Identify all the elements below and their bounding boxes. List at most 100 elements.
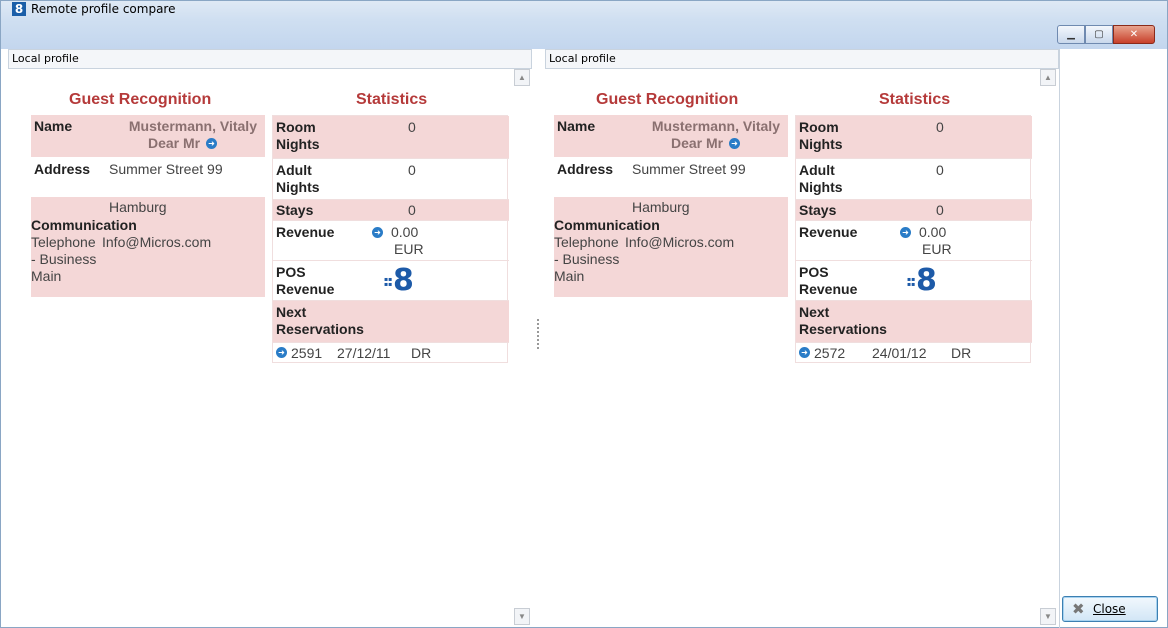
left-address-line2: Hamburg	[109, 199, 167, 215]
right-pos-l2: Revenue	[799, 281, 858, 297]
left-name-label: Name	[34, 118, 73, 134]
right-name-row: Name Mustermann, Vitaly Dear Mr ➜	[554, 115, 788, 157]
left-pos-small-icon: ▪▪ ▪▪	[384, 276, 393, 288]
panel-splitter[interactable]	[537, 319, 539, 351]
left-res-code: DR	[411, 345, 432, 361]
right-adult-nights-l1: Adult	[799, 162, 835, 178]
left-revenue-value: 0.00	[391, 224, 419, 240]
right-next-reservations-row: Next Reservations	[796, 300, 1032, 342]
right-pos-logo-icon[interactable]: 8	[916, 266, 937, 296]
minimize-button[interactable]: ▁	[1057, 25, 1085, 44]
close-button-label: Close	[1093, 602, 1126, 616]
right-next-l1: Next	[799, 304, 830, 320]
right-pos-l1: POS	[799, 264, 829, 280]
right-communication-label: Communication	[554, 217, 660, 233]
left-adult-nights-value: 0	[408, 162, 416, 178]
right-room-nights-l1: Room	[799, 119, 839, 135]
right-room-nights-l2: Nights	[799, 136, 843, 152]
close-x-icon: ✖	[1072, 600, 1085, 618]
left-room-nights-row: Room Nights 0	[273, 116, 509, 158]
left-reservation-arrow-icon[interactable]: ➜	[276, 347, 287, 358]
right-pos-small-icon: ▪▪ ▪▪	[907, 276, 916, 288]
right-comm-type-l2: - Business	[554, 251, 620, 267]
right-address-row: Address Summer Street 99	[554, 157, 788, 197]
left-comm-value: Info@Micros.com	[102, 234, 212, 250]
left-pos-revenue-row: POS Revenue ▪▪ ▪▪ 8	[273, 260, 509, 300]
right-salutation-arrow-icon[interactable]: ➜	[729, 138, 740, 149]
right-stays-row: Stays 0	[796, 199, 1032, 220]
right-vertical-scrollbar[interactable]: ▲ ▼	[1039, 69, 1057, 627]
left-revenue-row: Revenue ➜ 0.00 EUR	[273, 220, 509, 260]
right-adult-nights-row: Adult Nights 0	[796, 158, 1032, 199]
right-room-nights-value: 0	[936, 119, 944, 135]
right-stays-value: 0	[936, 202, 944, 218]
right-reservation-row[interactable]: ➜ 2572 24/01/12 DR	[796, 342, 1032, 363]
right-scroll-down-button[interactable]: ▼	[1040, 608, 1056, 625]
right-address-label: Address	[557, 161, 614, 177]
close-button[interactable]: ✖ Close	[1062, 596, 1158, 622]
maximize-button[interactable]: ▢	[1085, 25, 1113, 44]
left-room-nights-l2: Nights	[276, 136, 320, 152]
left-revenue-arrow-icon[interactable]: ➜	[372, 227, 383, 238]
right-statistics-table: Room Nights 0 Adult Nights 0 Stays 0 Rev…	[795, 115, 1032, 363]
left-next-l2: Reservations	[276, 321, 364, 337]
left-salutation-arrow-icon[interactable]: ➜	[206, 138, 217, 149]
right-stays-label: Stays	[799, 202, 837, 218]
action-pane-divider	[1059, 49, 1060, 628]
right-adult-nights-l2: Nights	[799, 179, 843, 195]
left-room-nights-l1: Room	[276, 119, 316, 135]
right-revenue-row: Revenue ➜ 0.00 EUR	[796, 220, 1032, 260]
left-scroll-up-button[interactable]: ▲	[514, 69, 530, 86]
left-res-number: 2591	[291, 345, 323, 361]
right-name-value: Mustermann, Vitaly	[651, 118, 780, 134]
right-revenue-value: 0.00	[919, 224, 947, 240]
left-next-l1: Next	[276, 304, 307, 320]
left-revenue-currency: EUR	[394, 241, 424, 257]
right-scroll-up-button[interactable]: ▲	[1040, 69, 1056, 86]
right-address-line2: Hamburg	[632, 199, 690, 215]
right-communication-block: Hamburg Communication Telephone - Busine…	[554, 197, 788, 297]
left-address-row: Address Summer Street 99	[31, 157, 265, 197]
right-comm-type-l1: Telephone	[554, 234, 619, 250]
left-adult-nights-row: Adult Nights 0	[273, 158, 509, 199]
left-comm-type-l1: Telephone	[31, 234, 96, 250]
left-pos-l1: POS	[276, 264, 306, 280]
left-vertical-scrollbar[interactable]: ▲ ▼	[513, 69, 531, 627]
right-address-line1: Summer Street 99	[632, 161, 746, 177]
left-name-value: Mustermann, Vitaly	[128, 118, 257, 134]
right-guest-recognition-title: Guest Recognition	[596, 91, 739, 108]
left-comm-type-l2: - Business	[31, 251, 97, 267]
right-adult-nights-value: 0	[936, 162, 944, 178]
right-revenue-currency: EUR	[922, 241, 952, 257]
left-guest-recognition-title: Guest Recognition	[69, 91, 212, 108]
left-name-row: Name Mustermann, Vitaly Dear Mr ➜	[31, 115, 265, 157]
title-bar: 8 Remote profile compare ▁ ▢ ✕	[1, 1, 1167, 49]
left-salutation: Dear Mr	[148, 135, 201, 151]
left-adult-nights-l2: Nights	[276, 179, 320, 195]
right-panel-header: Local profile	[545, 49, 1059, 69]
left-pos-logo-icon[interactable]: 8	[393, 266, 414, 296]
window-title: Remote profile compare	[31, 2, 176, 16]
remote-profile-compare-window: 8 Remote profile compare ▁ ▢ ✕ Local pro…	[0, 0, 1168, 628]
left-reservation-row[interactable]: ➜ 2591 27/12/11 DR	[273, 342, 509, 363]
left-scroll-down-button[interactable]: ▼	[514, 608, 530, 625]
right-reservation-arrow-icon[interactable]: ➜	[799, 347, 810, 358]
left-next-reservations-row: Next Reservations	[273, 300, 509, 342]
left-communication-label: Communication	[31, 217, 137, 233]
right-revenue-arrow-icon[interactable]: ➜	[900, 227, 911, 238]
right-comm-type-l3: Main	[554, 268, 585, 284]
right-res-number: 2572	[814, 345, 846, 361]
window-controls: ▁ ▢ ✕	[1057, 25, 1155, 44]
left-room-nights-value: 0	[408, 119, 416, 135]
right-revenue-label: Revenue	[799, 224, 858, 240]
left-statistics-title: Statistics	[356, 91, 428, 108]
left-address-line1: Summer Street 99	[109, 161, 223, 177]
left-adult-nights-l1: Adult	[276, 162, 312, 178]
right-statistics-title: Statistics	[879, 91, 951, 108]
left-pos-l2: Revenue	[276, 281, 335, 297]
right-pos-revenue-row: POS Revenue ▪▪ ▪▪ 8	[796, 260, 1032, 300]
left-panel-header: Local profile	[8, 49, 532, 69]
right-res-date: 24/01/12	[872, 345, 927, 361]
right-name-label: Name	[557, 118, 596, 134]
close-window-button[interactable]: ✕	[1113, 25, 1155, 44]
